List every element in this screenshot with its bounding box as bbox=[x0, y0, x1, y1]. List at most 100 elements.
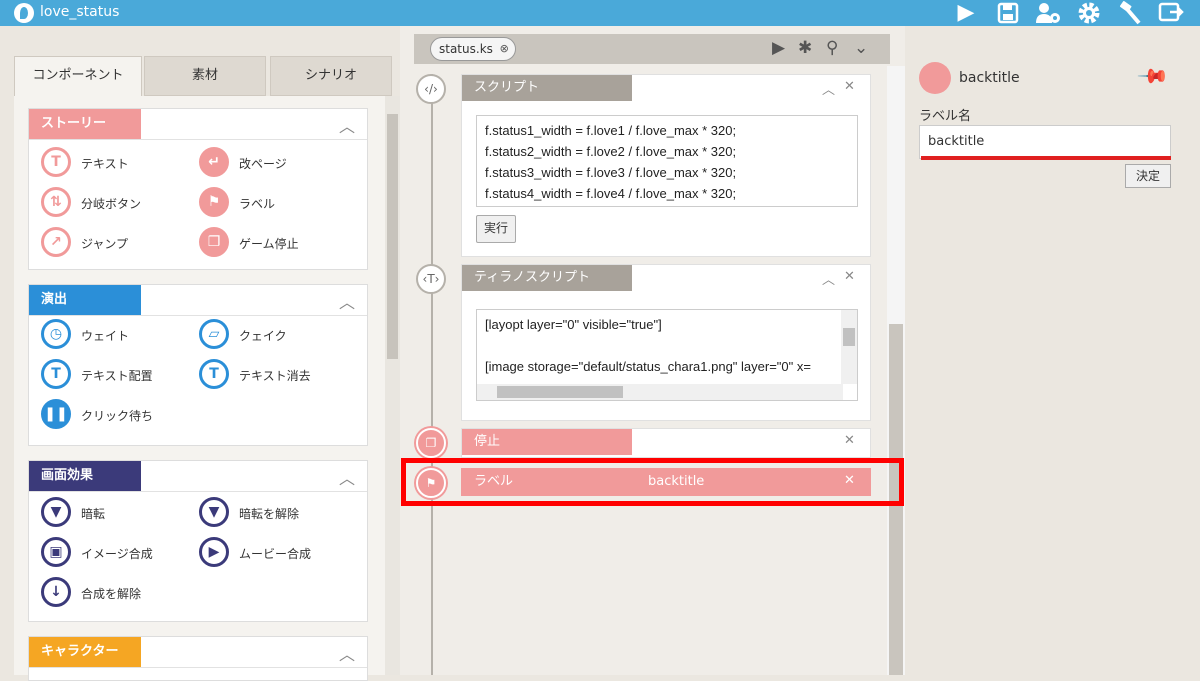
code-line: f.status3_width = f.love3 / f.love_max *… bbox=[485, 165, 737, 180]
close-icon[interactable]: ✕ bbox=[844, 473, 855, 488]
tab-scenario[interactable]: シナリオ bbox=[270, 56, 392, 96]
comp-jump[interactable]: ↗ ジャンプ bbox=[41, 227, 191, 259]
comp-game-stop[interactable]: ❐ ゲーム停止 bbox=[199, 227, 349, 259]
textarea-vscroll[interactable] bbox=[841, 310, 857, 384]
comp-text-clear[interactable]: T テキスト消去 bbox=[199, 359, 349, 391]
group-screen-effects: 画面効果 ︿ ▼ 暗転 ▼ 暗転を解除 ▣ イメージ合成 ▶ ムービー合成 ↓ … bbox=[28, 460, 368, 622]
search-icon[interactable]: ⚲ bbox=[826, 38, 838, 58]
users-gear-icon[interactable] bbox=[1035, 0, 1061, 26]
run-button[interactable]: 実行 bbox=[476, 215, 516, 243]
tyrano-textarea[interactable]: [layopt layer="0" visible="true"] [image… bbox=[476, 309, 858, 401]
close-tab-icon[interactable]: ⊗ bbox=[500, 38, 509, 60]
block-label[interactable]: ラベル backtitle ✕ bbox=[461, 468, 871, 496]
scrollbar-thumb[interactable] bbox=[387, 114, 398, 359]
block-stop[interactable]: 停止 ✕ bbox=[461, 428, 871, 458]
comp-blackout[interactable]: ▼ 暗転 bbox=[41, 497, 191, 529]
collapse-icon[interactable]: ︿ bbox=[822, 269, 835, 288]
editor-scrollbar[interactable] bbox=[887, 66, 905, 675]
image-icon: ▣ bbox=[41, 537, 71, 567]
clock-icon: ◷ bbox=[41, 319, 71, 349]
comp-page-break[interactable]: ↵ 改ページ bbox=[199, 147, 349, 179]
collapse-icon[interactable]: ︿ bbox=[339, 641, 355, 665]
play-icon[interactable]: ▶ bbox=[953, 0, 979, 26]
component-panel: コンポーネント 素材 シナリオ ストーリー ︿ T テキスト ↵ 改ページ ⇅ … bbox=[14, 56, 400, 681]
tab-components[interactable]: コンポーネント bbox=[14, 56, 142, 96]
file-tab[interactable]: status.ks ⊗ bbox=[430, 37, 516, 61]
comp-label: 暗転を解除 bbox=[239, 507, 300, 521]
comp-label: クリック待ち bbox=[81, 409, 154, 423]
group-character-header: キャラクター ︿ bbox=[29, 637, 367, 668]
group-story: ストーリー ︿ T テキスト ↵ 改ページ ⇅ 分岐ボタン ⚑ ラベル ↗ ジャ… bbox=[28, 108, 368, 270]
return-arrow-icon: ↵ bbox=[199, 147, 229, 177]
script-textarea[interactable]: f.status1_width = f.love1 / f.love_max *… bbox=[476, 115, 858, 207]
comp-image-compose[interactable]: ▣ イメージ合成 bbox=[41, 537, 191, 569]
scrollbar-thumb[interactable] bbox=[843, 328, 855, 346]
play-icon[interactable]: ▶ bbox=[772, 38, 785, 58]
comp-branch-button[interactable]: ⇅ 分岐ボタン bbox=[41, 187, 191, 219]
close-icon[interactable]: ✕ bbox=[844, 433, 855, 448]
timeline-line bbox=[431, 74, 433, 675]
comp-label: ウェイト bbox=[81, 329, 130, 343]
tab-materials[interactable]: 素材 bbox=[144, 56, 266, 96]
flag-icon bbox=[919, 62, 951, 94]
blackout-release-icon: ▼ bbox=[199, 497, 229, 527]
comp-label: ジャンプ bbox=[81, 237, 129, 251]
jump-icon: ↗ bbox=[41, 227, 71, 257]
quake-icon: ▱ bbox=[199, 319, 229, 349]
property-title: backtitle bbox=[959, 70, 1020, 86]
comp-label: テキスト消去 bbox=[239, 369, 311, 383]
save-icon[interactable] bbox=[995, 0, 1021, 26]
label-node-flag-icon: ⚑ bbox=[416, 468, 446, 498]
text-clear-icon: T bbox=[199, 359, 229, 389]
gear-icon[interactable] bbox=[1076, 0, 1102, 26]
comp-label-item[interactable]: ⚑ ラベル bbox=[199, 187, 349, 219]
comp-label: ゲーム停止 bbox=[239, 237, 299, 251]
group-screen-header: 画面効果 ︿ bbox=[29, 461, 367, 492]
collapse-icon[interactable]: ︿ bbox=[339, 465, 355, 489]
scrollbar-thumb[interactable] bbox=[497, 386, 623, 398]
collapse-icon[interactable]: ︿ bbox=[822, 79, 835, 98]
export-icon[interactable] bbox=[1158, 0, 1184, 26]
app-logo-icon bbox=[14, 3, 34, 23]
file-tab-bar: status.ks ⊗ ▶ ✱ ⚲ ⌄ bbox=[414, 34, 890, 64]
field-label: ラベル名 bbox=[919, 109, 972, 124]
movie-icon: ▶ bbox=[199, 537, 229, 567]
block-title: ラベル bbox=[462, 469, 514, 495]
code-line: f.status2_width = f.love2 / f.love_max *… bbox=[485, 144, 737, 159]
comp-label: テキスト配置 bbox=[81, 369, 153, 383]
block-script[interactable]: スクリプト ︿ ✕ f.status1_width = f.love1 / f.… bbox=[461, 74, 871, 257]
confirm-button[interactable]: 決定 bbox=[1125, 164, 1171, 188]
collapse-icon[interactable]: ︿ bbox=[339, 113, 355, 137]
bug-icon[interactable]: ✱ bbox=[798, 38, 812, 58]
block-label-header: ラベル backtitle ✕ bbox=[462, 469, 870, 495]
comp-quake[interactable]: ▱ クェイク bbox=[199, 319, 349, 351]
tools-icon[interactable] bbox=[1117, 0, 1143, 26]
comp-label: 改ページ bbox=[239, 157, 287, 171]
comp-wait[interactable]: ◷ ウェイト bbox=[41, 319, 191, 351]
block-tyrano-script[interactable]: ティラノスクリプト ︿ ✕ [layopt layer="0" visible=… bbox=[461, 264, 871, 421]
comp-blackout-release[interactable]: ▼ 暗転を解除 bbox=[199, 497, 349, 529]
scrollbar-thumb[interactable] bbox=[889, 324, 903, 675]
block-title: 停止 bbox=[462, 429, 632, 455]
chevron-down-icon[interactable]: ⌄ bbox=[854, 38, 868, 58]
comp-compose-release[interactable]: ↓ 合成を解除 bbox=[41, 577, 191, 609]
group-story-header: ストーリー ︿ bbox=[29, 109, 367, 140]
comp-click-wait[interactable]: ❚❚ クリック待ち bbox=[41, 399, 191, 431]
comp-text[interactable]: T テキスト bbox=[41, 147, 191, 179]
close-icon[interactable]: ✕ bbox=[844, 269, 855, 284]
collapse-icon[interactable]: ︿ bbox=[339, 289, 355, 313]
flag-icon: ⚑ bbox=[199, 187, 229, 217]
close-icon[interactable]: ✕ bbox=[844, 79, 855, 94]
label-name-input[interactable]: backtitle bbox=[919, 125, 1171, 159]
code-line: [layopt layer="0" visible="true"] bbox=[485, 317, 662, 332]
panel-scrollbar[interactable] bbox=[385, 96, 400, 675]
group-character-title: キャラクター bbox=[29, 637, 141, 667]
comp-label: 分岐ボタン bbox=[81, 197, 142, 211]
comp-text-layout[interactable]: T テキスト配置 bbox=[41, 359, 191, 391]
comp-movie-compose[interactable]: ▶ ムービー合成 bbox=[199, 537, 349, 569]
pin-icon[interactable]: 📌 bbox=[1136, 59, 1171, 94]
text-layout-icon: T bbox=[41, 359, 71, 389]
scenario-editor: status.ks ⊗ ▶ ✱ ⚲ ⌄ ‹/› スクリプト ︿ ✕ f.stat… bbox=[400, 26, 905, 675]
textarea-hscroll[interactable] bbox=[477, 384, 843, 400]
